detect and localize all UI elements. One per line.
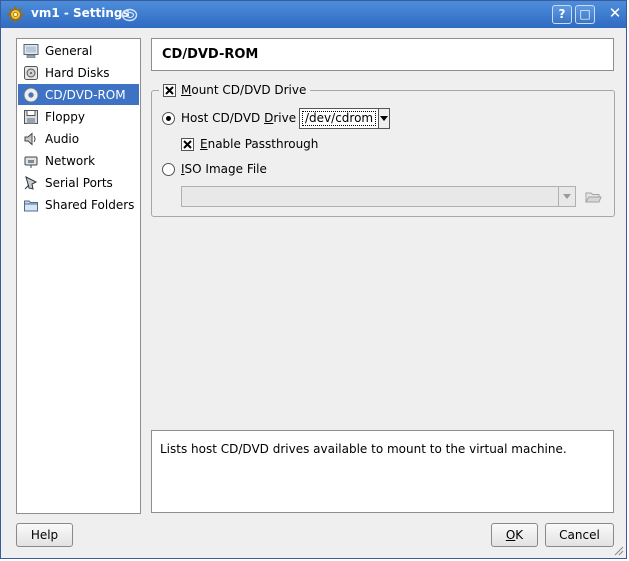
sidebar-item-hard-disks[interactable]: Hard Disks [18,62,139,83]
sidebar-item-floppy[interactable]: Floppy [18,106,139,127]
speaker-icon [24,131,36,146]
open-folder-icon[interactable] [584,187,602,205]
ok-button-label: OK [505,528,524,542]
passthrough-checkbox[interactable] [181,137,194,151]
sidebar-item-label: Shared Folders [45,197,135,212]
serial-port-icon [24,175,38,190]
folder-icon [24,200,38,211]
sidebar-item-shared-folders[interactable]: Shared Folders [18,194,139,215]
page-title: CD/DVD-ROM [162,47,259,62]
mount-drive-checkbox[interactable] [163,83,176,97]
mount-drive-label: Mount CD/DVD Drive [181,83,307,97]
sidebar-item-network[interactable]: Network [18,150,139,171]
ok-button[interactable]: OK [491,523,538,547]
network-icon [24,156,38,168]
chevron-down-icon[interactable] [558,187,575,206]
host-drive-radio-row[interactable]: Host CD/DVD Drive [162,111,296,125]
checkmark-icon [165,85,174,95]
sidebar-item-general[interactable]: General [18,40,139,61]
sidebar-item-audio[interactable]: Audio [18,128,139,149]
sidebar-item-cd-dvd-rom[interactable]: CD/DVD-ROM [18,84,139,105]
iso-image-radio[interactable] [162,162,175,176]
iso-image-radio-row[interactable]: ISO Image File [162,162,267,176]
sidebar-item-label: Serial Ports [45,175,113,190]
hard-disk-icon [24,65,38,80]
host-drive-select[interactable]: /dev/cdrom [299,108,390,129]
page-title-box: CD/DVD-ROM [151,38,614,71]
settings-window: vm1 - Settings ? □ ✕ General Hard Disks [0,0,627,559]
resize-grip-icon[interactable] [614,546,624,556]
pin-icon[interactable] [121,6,138,23]
description-box: Lists host CD/DVD drives available to mo… [151,430,614,513]
iso-image-select[interactable] [181,186,576,207]
host-drive-label: Host CD/DVD Drive [181,111,297,125]
sidebar-item-label: Floppy [45,109,85,124]
gear-icon[interactable] [7,6,24,23]
monitor-icon [23,43,39,58]
checkmark-icon [183,139,192,149]
passthrough-label: Enable Passthrough [200,137,319,151]
settings-category-list[interactable]: General Hard Disks CD/DVD-ROM Floppy Aud… [16,38,141,514]
maximize-button[interactable]: □ [575,5,595,24]
sidebar-item-label: Network [45,153,96,168]
sidebar-item-label: General [45,43,93,58]
floppy-icon [24,109,38,124]
window-title: vm1 - Settings [31,6,130,20]
host-drive-value: /dev/cdrom [302,111,377,126]
close-button[interactable]: ✕ [605,5,625,24]
sidebar-item-serial-ports[interactable]: Serial Ports [18,172,139,193]
sidebar-item-label: CD/DVD-ROM [45,87,126,102]
sidebar-item-label: Audio [45,131,80,146]
sidebar-item-label: Hard Disks [45,65,110,80]
context-help-button[interactable]: ? [552,5,572,24]
mount-drive-checkbox-row[interactable]: Mount CD/DVD Drive [159,82,311,98]
cancel-button-label: Cancel [559,528,600,542]
title-bar[interactable]: vm1 - Settings ? □ ✕ [1,1,626,28]
chevron-down-icon[interactable] [378,109,389,128]
cd-icon [23,87,39,102]
host-drive-radio[interactable] [162,111,175,125]
iso-image-label: ISO Image File [181,162,267,176]
help-button-label: Help [30,528,59,542]
cancel-button[interactable]: Cancel [545,523,614,547]
description-text: Lists host CD/DVD drives available to mo… [160,442,567,456]
help-button[interactable]: Help [16,523,73,547]
passthrough-checkbox-row[interactable]: Enable Passthrough [181,137,318,151]
